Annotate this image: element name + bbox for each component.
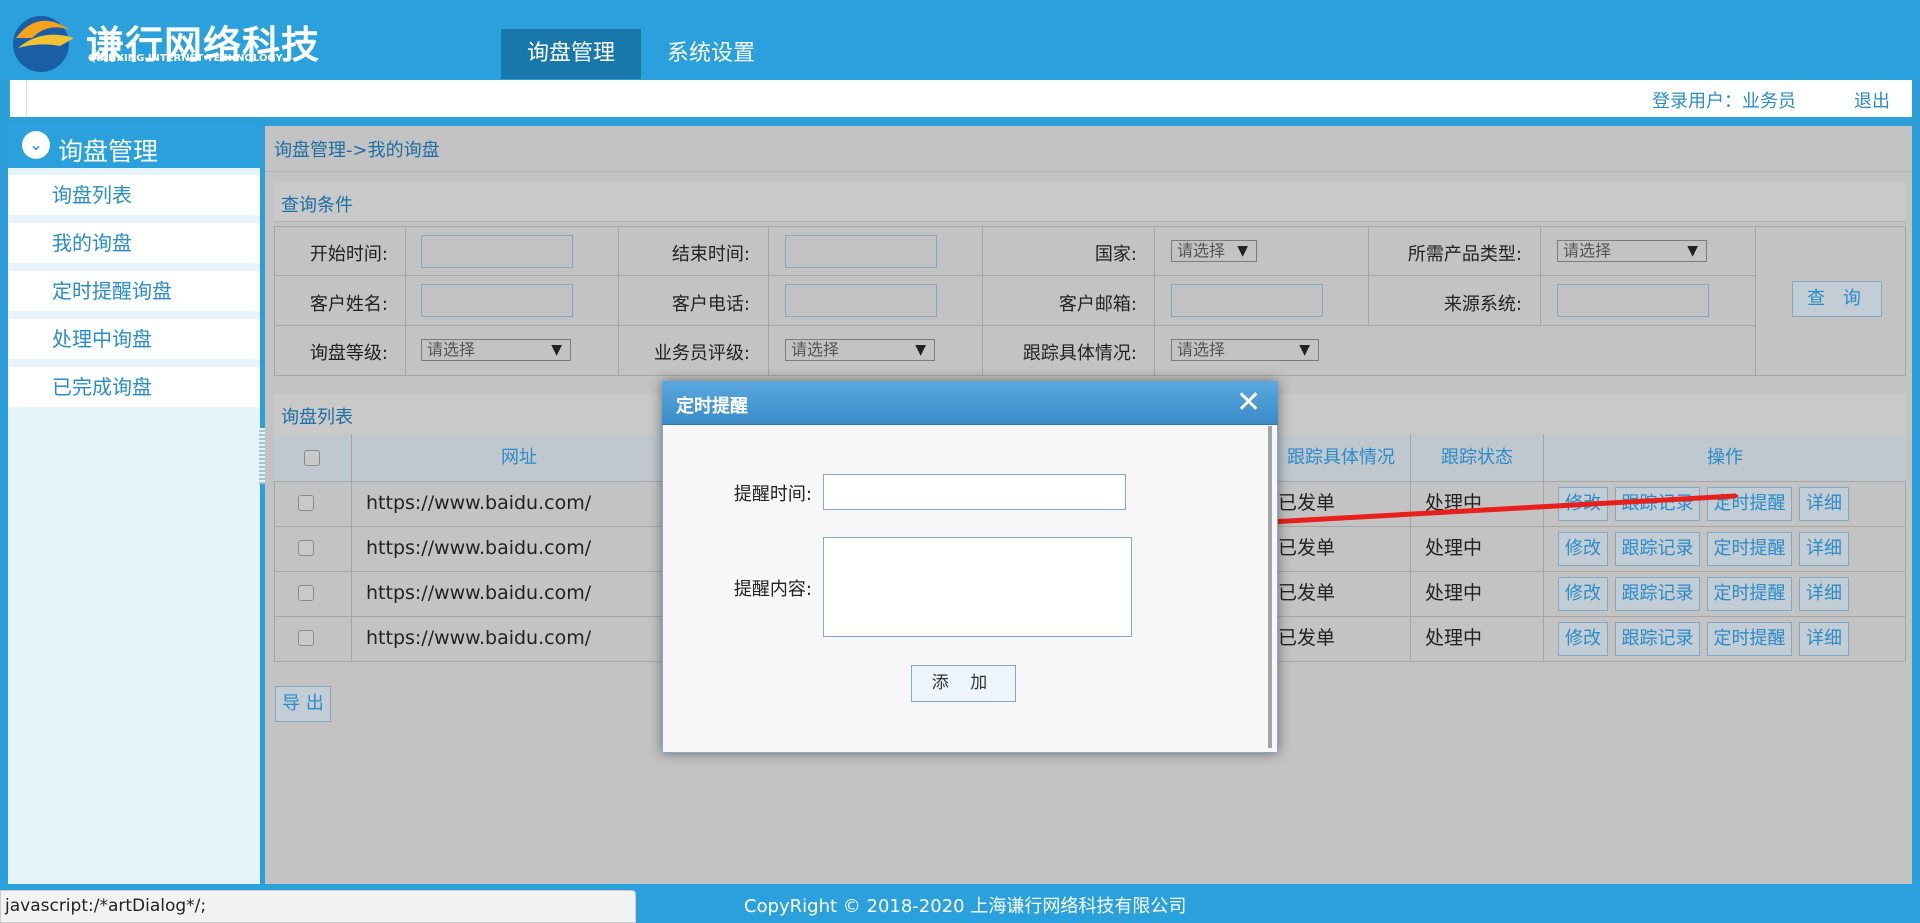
row-url: https://www.baidu.com/ [366, 492, 592, 514]
row-status: 处理中 [1425, 582, 1483, 604]
column-header-tracking-detail: 跟踪具体情况 [1287, 447, 1395, 468]
logout-link[interactable]: 退出 [1854, 87, 1890, 113]
divider [274, 325, 1755, 326]
row-status: 处理中 [1425, 627, 1483, 649]
edit-button[interactable]: 修改 [1558, 577, 1608, 611]
column-header-actions: 操作 [1707, 447, 1743, 468]
row-checkbox[interactable] [298, 540, 314, 556]
tab-system-settings[interactable]: 系统设置 [641, 29, 781, 79]
row-url: https://www.baidu.com/ [366, 537, 592, 559]
divider [405, 226, 406, 376]
sidebar-item-in-progress[interactable]: 处理中询盘 [8, 319, 260, 359]
logo-subtext: QIANXING INTERNET TECHNOLOGY [88, 53, 283, 64]
close-icon[interactable]: ✕ [1236, 388, 1261, 418]
reminder-time-label: 提醒时间: [733, 484, 812, 505]
breadcrumb: 询盘管理->我的询盘 [274, 140, 440, 161]
country-label: 国家: [1094, 244, 1137, 265]
divider [1368, 226, 1369, 326]
company-logo-icon [13, 16, 74, 72]
sidebar-item-inquiry-list[interactable]: 询盘列表 [8, 175, 260, 215]
dialog-titlebar[interactable] [662, 381, 1278, 425]
column-header-url: 网址 [501, 447, 537, 468]
detail-button[interactable]: 详细 [1799, 487, 1849, 521]
product-type-select[interactable]: 请选择 ▼ [1557, 240, 1707, 262]
detail-button[interactable]: 详细 [1799, 577, 1849, 611]
divider [1540, 226, 1541, 326]
row-url: https://www.baidu.com/ [366, 582, 592, 604]
select-all-checkbox[interactable] [304, 450, 320, 466]
product-type-label: 所需产品类型: [1407, 244, 1522, 265]
user-bar-divider [26, 80, 1910, 117]
customer-name-input[interactable] [421, 284, 573, 317]
sidebar-title: 询盘管理 [58, 137, 159, 166]
tracking-record-button[interactable]: 跟踪记录 [1615, 622, 1700, 656]
divider [982, 226, 983, 376]
divider [1755, 226, 1756, 376]
inquiry-level-label: 询盘等级: [309, 343, 388, 364]
schedule-reminder-button[interactable]: 定时提醒 [1707, 622, 1792, 656]
tracking-record-button[interactable]: 跟踪记录 [1615, 577, 1700, 611]
row-tracking-detail: 已发单 [1278, 627, 1336, 649]
row-checkbox[interactable] [298, 630, 314, 646]
row-checkbox[interactable] [298, 585, 314, 601]
tab-inquiry-management[interactable]: 询盘管理 [501, 29, 641, 79]
start-time-input[interactable] [421, 235, 573, 268]
reminder-content-label: 提醒内容: [733, 579, 812, 600]
reminder-time-input[interactable] [823, 474, 1126, 510]
divider [265, 171, 1912, 172]
detail-button[interactable]: 详细 [1799, 532, 1849, 566]
column-header-status: 跟踪状态 [1441, 447, 1513, 468]
divider [1154, 226, 1155, 376]
customer-phone-input[interactable] [785, 284, 937, 317]
end-time-label: 结束时间: [671, 244, 750, 265]
reminder-content-textarea[interactable] [823, 537, 1132, 637]
tracking-detail-label: 跟踪具体情况: [1022, 343, 1137, 364]
add-button[interactable]: 添 加 [911, 665, 1016, 702]
customer-phone-label: 客户电话: [671, 294, 750, 315]
inquiry-level-select[interactable]: 请选择 ▼ [421, 339, 571, 361]
source-system-input[interactable] [1557, 284, 1709, 317]
export-button[interactable]: 导 出 [275, 686, 331, 722]
copyright-text: CopyRight © 2018-2020 上海谦行网络科技有限公司 [744, 896, 1187, 917]
dialog-title: 定时提醒 [676, 396, 748, 417]
list-section-title: 询盘列表 [281, 407, 353, 428]
sidebar-item-my-inquiries[interactable]: 我的询盘 [8, 223, 260, 263]
divider [618, 226, 619, 376]
country-select[interactable]: 请选择 ▼ [1171, 240, 1257, 262]
schedule-reminder-button[interactable]: 定时提醒 [1707, 577, 1792, 611]
dialog-scrollbar[interactable] [1268, 426, 1272, 748]
detail-button[interactable]: 详细 [1799, 622, 1849, 656]
divider [768, 226, 769, 376]
customer-name-label: 客户姓名: [309, 294, 388, 315]
sales-rating-select[interactable]: 请选择 ▼ [785, 339, 935, 361]
customer-email-input[interactable] [1171, 284, 1323, 317]
row-checkbox[interactable] [298, 495, 314, 511]
source-system-label: 来源系统: [1443, 294, 1522, 315]
row-tracking-detail: 已发单 [1278, 582, 1336, 604]
chevron-down-icon[interactable]: ⌄ [22, 131, 50, 159]
sidebar-item-scheduled-reminders[interactable]: 定时提醒询盘 [8, 271, 260, 311]
sales-rating-label: 业务员评级: [653, 343, 750, 364]
search-button[interactable]: 查 询 [1792, 281, 1882, 317]
sidebar-item-completed[interactable]: 已完成询盘 [8, 367, 260, 407]
query-section-title: 查询条件 [281, 195, 353, 216]
logged-in-user-label: 登录用户：业务员 [1652, 91, 1796, 112]
query-section-header [274, 182, 1906, 222]
tracking-detail-select[interactable]: 请选择 ▼ [1171, 339, 1319, 361]
row-url: https://www.baidu.com/ [366, 627, 592, 649]
start-time-label: 开始时间: [309, 244, 388, 265]
end-time-input[interactable] [785, 235, 937, 268]
edit-button[interactable]: 修改 [1558, 622, 1608, 656]
browser-status-url: javascript:/*artDialog*/; [0, 890, 636, 923]
divider [274, 275, 1755, 276]
customer-email-label: 客户邮箱: [1058, 294, 1137, 315]
